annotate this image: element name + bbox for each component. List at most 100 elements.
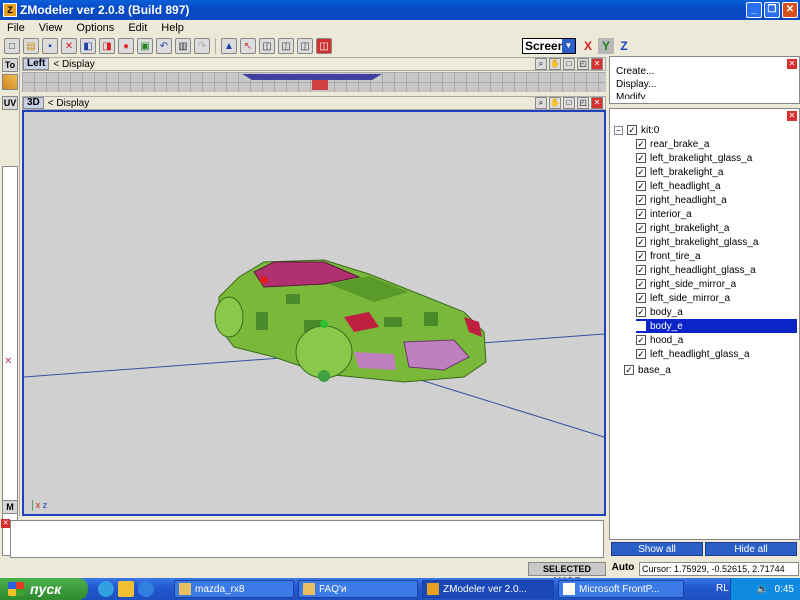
export-icon[interactable]: ◨ xyxy=(99,38,115,54)
open-folder-icon[interactable]: ▤ xyxy=(23,38,39,54)
checkbox[interactable]: ✓ xyxy=(636,209,646,219)
menu-help[interactable]: Help xyxy=(154,22,191,34)
tree-item[interactable]: ✓ left_headlight_a xyxy=(636,179,721,193)
checkbox[interactable]: ✓ xyxy=(636,335,646,345)
selection-mode-badge[interactable]: SELECTED MODE xyxy=(528,562,606,586)
strip-tab-tools[interactable]: To xyxy=(2,58,18,72)
cube-scale-icon[interactable]: ◫ xyxy=(316,38,332,54)
cube-select-icon[interactable]: ◫ xyxy=(259,38,275,54)
ie-quicklaunch-icon[interactable] xyxy=(138,581,154,597)
tree-item[interactable]: ✓ right_headlight_glass_a xyxy=(636,263,756,277)
checkbox[interactable]: ✓ xyxy=(636,265,646,275)
tree-root-kit[interactable]: − ✓ kit:0 xyxy=(614,123,659,137)
left-view-mode[interactable]: < Display xyxy=(53,59,94,70)
strip-tab-uv[interactable]: UV xyxy=(2,96,18,110)
chevron-down-icon[interactable]: ▼ xyxy=(562,39,575,53)
close-view-icon[interactable]: ✕ xyxy=(591,58,603,70)
delete-icon[interactable]: ✕ xyxy=(61,38,77,54)
task-faq[interactable]: FAQ'и xyxy=(298,580,418,598)
command-display[interactable]: Display... xyxy=(610,78,799,91)
hide-all-button[interactable]: Hide all xyxy=(705,542,797,556)
start-button[interactable]: пуск xyxy=(0,578,88,600)
view3d-tag[interactable]: 3D xyxy=(23,97,44,109)
task-mazda-rx8[interactable]: mazda_rx8 xyxy=(174,580,294,598)
tree-item[interactable]: ✓ front_tire_a xyxy=(636,249,701,263)
close-tree-icon[interactable]: ✕ xyxy=(787,111,797,121)
import-icon[interactable]: ◧ xyxy=(80,38,96,54)
checkbox[interactable]: ✓ xyxy=(627,125,637,135)
speaker-icon[interactable]: 🔈 xyxy=(756,584,768,595)
zoom-icon[interactable]: ⌕ xyxy=(535,97,547,109)
left-view-tag[interactable]: Left xyxy=(23,58,50,70)
language-indicator[interactable]: RL xyxy=(716,583,729,594)
tree-item[interactable]: ✓ left_headlight_glass_a xyxy=(636,347,750,361)
checkbox[interactable]: ✓ xyxy=(636,307,646,317)
cube-move-icon[interactable]: ◫ xyxy=(278,38,294,54)
viewport-3d[interactable]: │x z xyxy=(22,110,606,516)
task-zmodeler[interactable]: ZModeler ver 2.0... xyxy=(422,580,554,598)
menu-view[interactable]: View xyxy=(32,22,70,34)
save-icon[interactable]: ▪ xyxy=(42,38,58,54)
checkbox[interactable]: ✓ xyxy=(636,167,646,177)
checkbox[interactable] xyxy=(636,321,646,331)
checkbox[interactable]: ✓ xyxy=(636,251,646,261)
console-output[interactable] xyxy=(10,520,604,558)
checkbox[interactable]: ✓ xyxy=(636,279,646,289)
browser-quicklaunch-icon[interactable] xyxy=(98,581,114,597)
redo-icon[interactable]: ↷ xyxy=(194,38,210,54)
tree-item[interactable]: ✓ rear_brake_a xyxy=(636,137,709,151)
left-viewport[interactable] xyxy=(22,72,606,92)
task-frontpage[interactable]: Microsoft FrontP... xyxy=(558,580,684,598)
close-button[interactable]: ✕ xyxy=(782,2,798,18)
restore-view-icon[interactable]: ◰ xyxy=(577,58,589,70)
tree-item[interactable]: ✓ right_brakelight_a xyxy=(636,221,730,235)
tree-item[interactable]: ✓ right_brakelight_glass_a xyxy=(636,235,758,249)
record-icon[interactable]: ● xyxy=(118,38,134,54)
show-all-button[interactable]: Show all xyxy=(611,542,703,556)
undo-icon[interactable]: ↶ xyxy=(156,38,172,54)
minimize-button[interactable]: _ xyxy=(746,2,762,18)
checkbox[interactable]: ✓ xyxy=(636,293,646,303)
axis-z-toggle[interactable]: Z xyxy=(616,38,632,54)
checkbox[interactable]: ✓ xyxy=(624,365,634,375)
view3d-mode[interactable]: < Display xyxy=(48,98,89,109)
document-icon[interactable]: ▥ xyxy=(175,38,191,54)
checkbox[interactable]: ✓ xyxy=(636,139,646,149)
strip-tab-m[interactable]: M xyxy=(2,500,18,514)
tree-item[interactable]: ✓ interior_a xyxy=(636,207,692,221)
close-panel-icon[interactable]: ✕ xyxy=(787,59,797,69)
tree-item[interactable]: ✓ hood_a xyxy=(636,333,683,347)
checkbox[interactable]: ✓ xyxy=(636,153,646,163)
app-icon[interactable]: Z xyxy=(3,3,17,17)
pan-hand-icon[interactable]: ✋ xyxy=(549,97,561,109)
tree-item[interactable]: ✓ right_side_mirror_a xyxy=(636,277,736,291)
menu-file[interactable]: File xyxy=(0,22,32,34)
cube-rotate-icon[interactable]: ◫ xyxy=(297,38,313,54)
close-console-icon[interactable]: ✕ xyxy=(1,519,10,528)
command-create[interactable]: Create... xyxy=(610,65,799,78)
tree-item[interactable]: body_e xyxy=(636,319,797,333)
maximize-view-icon[interactable]: □ xyxy=(563,97,575,109)
tree-item[interactable]: ✓ left_side_mirror_a xyxy=(636,291,730,305)
render-icon[interactable]: ▣ xyxy=(137,38,153,54)
axis-x-toggle[interactable]: X xyxy=(580,38,596,54)
close-view-icon[interactable]: ✕ xyxy=(591,97,603,109)
maximize-button[interactable]: ❐ xyxy=(764,2,780,18)
tree-item-base[interactable]: ✓ base_a xyxy=(624,363,671,377)
tree-item[interactable]: ✓ left_brakelight_a xyxy=(636,165,723,179)
tree-item[interactable]: ✓ body_a xyxy=(636,305,683,319)
axis-y-toggle[interactable]: Y xyxy=(598,38,614,54)
zoom-icon[interactable]: ⌕ xyxy=(535,58,547,70)
checkbox[interactable]: ✓ xyxy=(636,223,646,233)
menu-options[interactable]: Options xyxy=(69,22,121,34)
restore-view-icon[interactable]: ◰ xyxy=(577,97,589,109)
paint-icon[interactable]: ▲ xyxy=(221,38,237,54)
auto-toggle[interactable]: Auto xyxy=(609,562,637,576)
tree-item[interactable]: ✓ right_headlight_a xyxy=(636,193,727,207)
tree-item[interactable]: ✓ left_brakelight_glass_a xyxy=(636,151,752,165)
menu-edit[interactable]: Edit xyxy=(121,22,154,34)
checkbox[interactable]: ✓ xyxy=(636,195,646,205)
maximize-view-icon[interactable]: □ xyxy=(563,58,575,70)
command-modify[interactable]: Modify... xyxy=(610,91,799,99)
new-file-icon[interactable]: □ xyxy=(4,38,20,54)
